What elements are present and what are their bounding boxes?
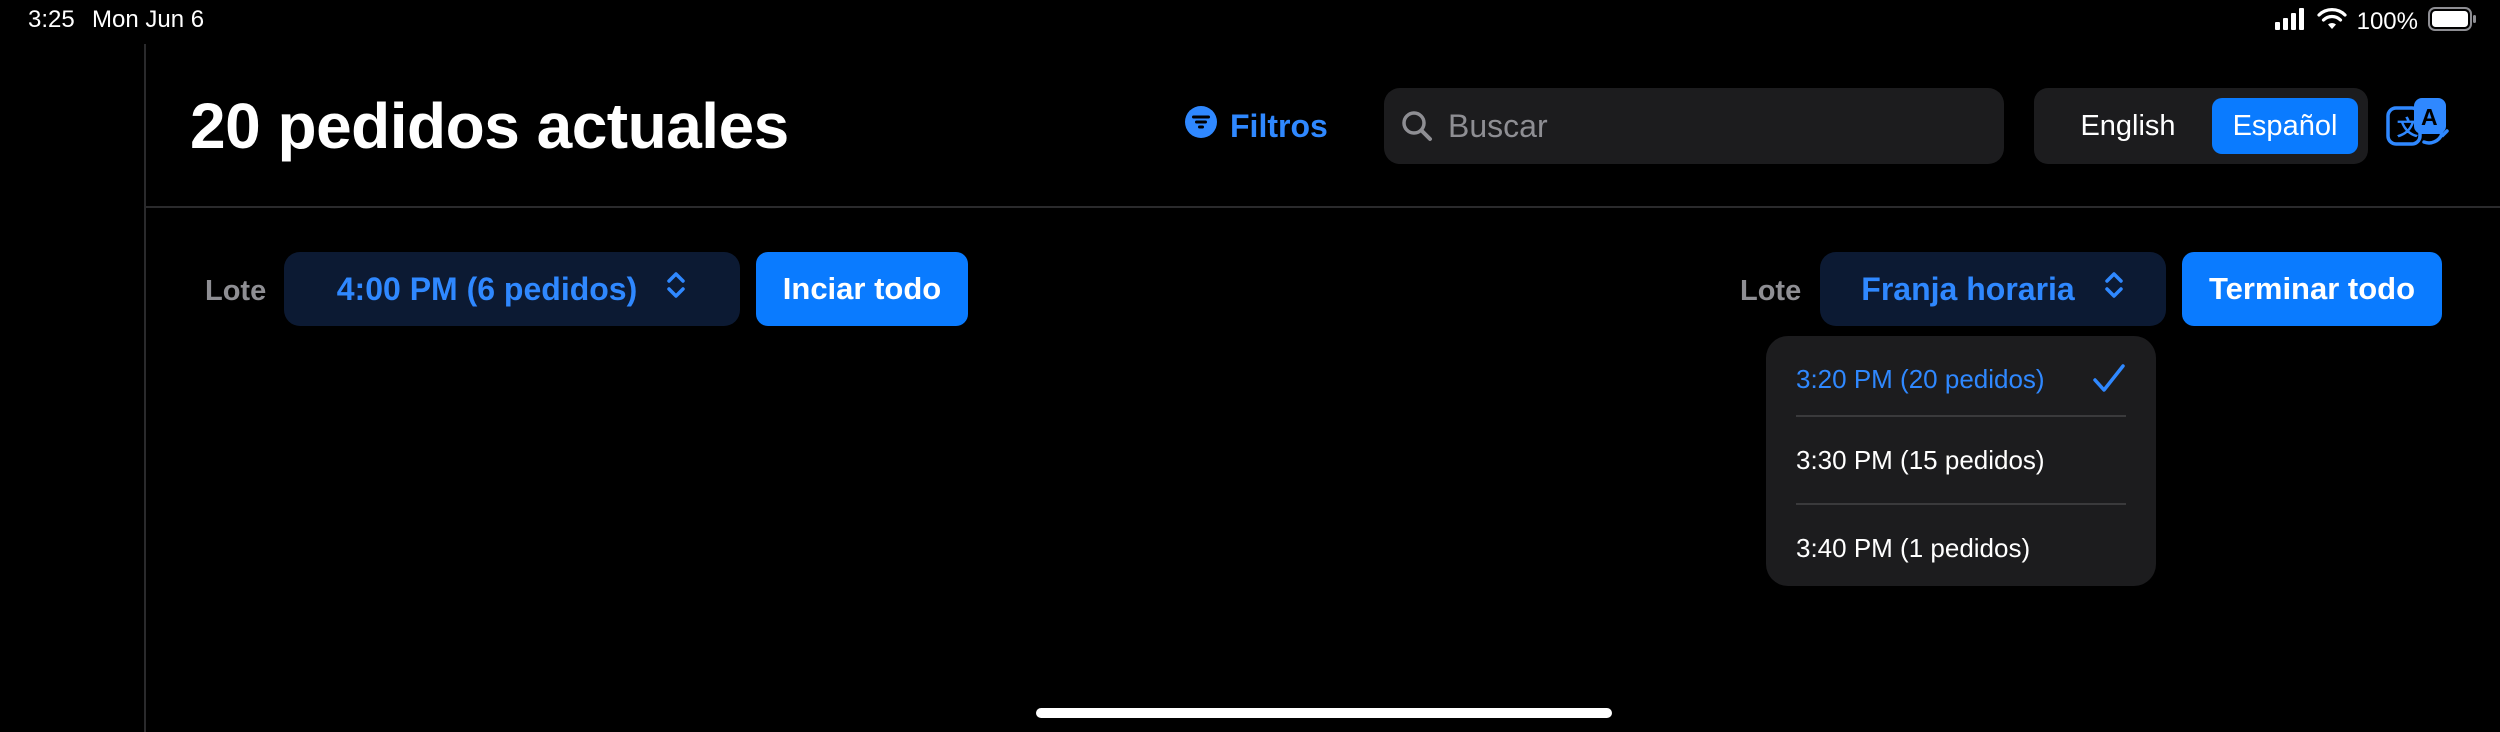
search-field[interactable] — [1384, 88, 2004, 164]
filter-button[interactable]: Filtros — [1184, 104, 1328, 148]
language-segmented-control[interactable]: English Español — [2034, 88, 2368, 164]
filter-icon — [1184, 105, 1218, 147]
batch-select-value: 4:00 PM (6 pedidos) — [336, 270, 638, 307]
batch-select[interactable]: 4:00 PM (6 pedidos) — [284, 252, 740, 326]
header-divider — [146, 206, 2500, 208]
search-input[interactable] — [1446, 106, 1990, 146]
battery-icon — [2428, 6, 2478, 38]
time-slot-select-value: Franja horaria — [1861, 270, 2075, 307]
filter-label: Filtros — [1230, 107, 1328, 144]
time-slot-dropdown: 3:20 PM (20 pedidos) 3:30 PM (15 pedidos… — [1766, 336, 2156, 586]
status-date: Mon Jun 6 — [92, 6, 205, 33]
checkmark-icon — [2092, 362, 2126, 403]
dropdown-item-label: 3:20 PM (20 pedidos) — [1796, 363, 2045, 394]
status-indicators: 100% — [2274, 6, 2478, 38]
dropdown-item-label: 3:30 PM (15 pedidos) — [1796, 444, 2045, 475]
dropdown-item[interactable]: 3:20 PM (20 pedidos) — [1796, 336, 2126, 422]
cellular-signal-icon — [2274, 7, 2307, 37]
start-all-button[interactable]: Inciar todo — [756, 252, 968, 326]
dropdown-item[interactable]: 3:30 PM (15 pedidos) — [1796, 417, 2126, 503]
time-slot-label: Lote — [1740, 275, 1802, 307]
dropdown-item[interactable]: 3:40 PM (1 pedidos) — [1796, 505, 2126, 591]
search-icon — [1400, 109, 1434, 143]
svg-text:A: A — [2421, 104, 2438, 130]
page-title: 20 pedidos actuales — [190, 90, 789, 162]
chevron-up-down-icon — [665, 270, 687, 308]
wifi-icon — [2317, 7, 2347, 37]
sidebar-divider — [144, 44, 146, 732]
language-option-espanol[interactable]: Español — [2212, 98, 2358, 154]
home-indicator — [1036, 708, 1612, 718]
translate-icon[interactable]: 文 A — [2384, 94, 2456, 160]
dropdown-item-label: 3:40 PM (1 pedidos) — [1796, 532, 2031, 563]
battery-percentage: 100% — [2356, 8, 2418, 35]
time-slot-select[interactable]: Franja horaria — [1820, 252, 2166, 326]
language-option-english[interactable]: English — [2044, 98, 2212, 154]
finish-all-button[interactable]: Terminar todo — [2182, 252, 2442, 326]
status-time: 3:25 — [28, 6, 75, 33]
batch-label: Lote — [205, 275, 267, 307]
chevron-up-down-icon — [2103, 270, 2125, 308]
